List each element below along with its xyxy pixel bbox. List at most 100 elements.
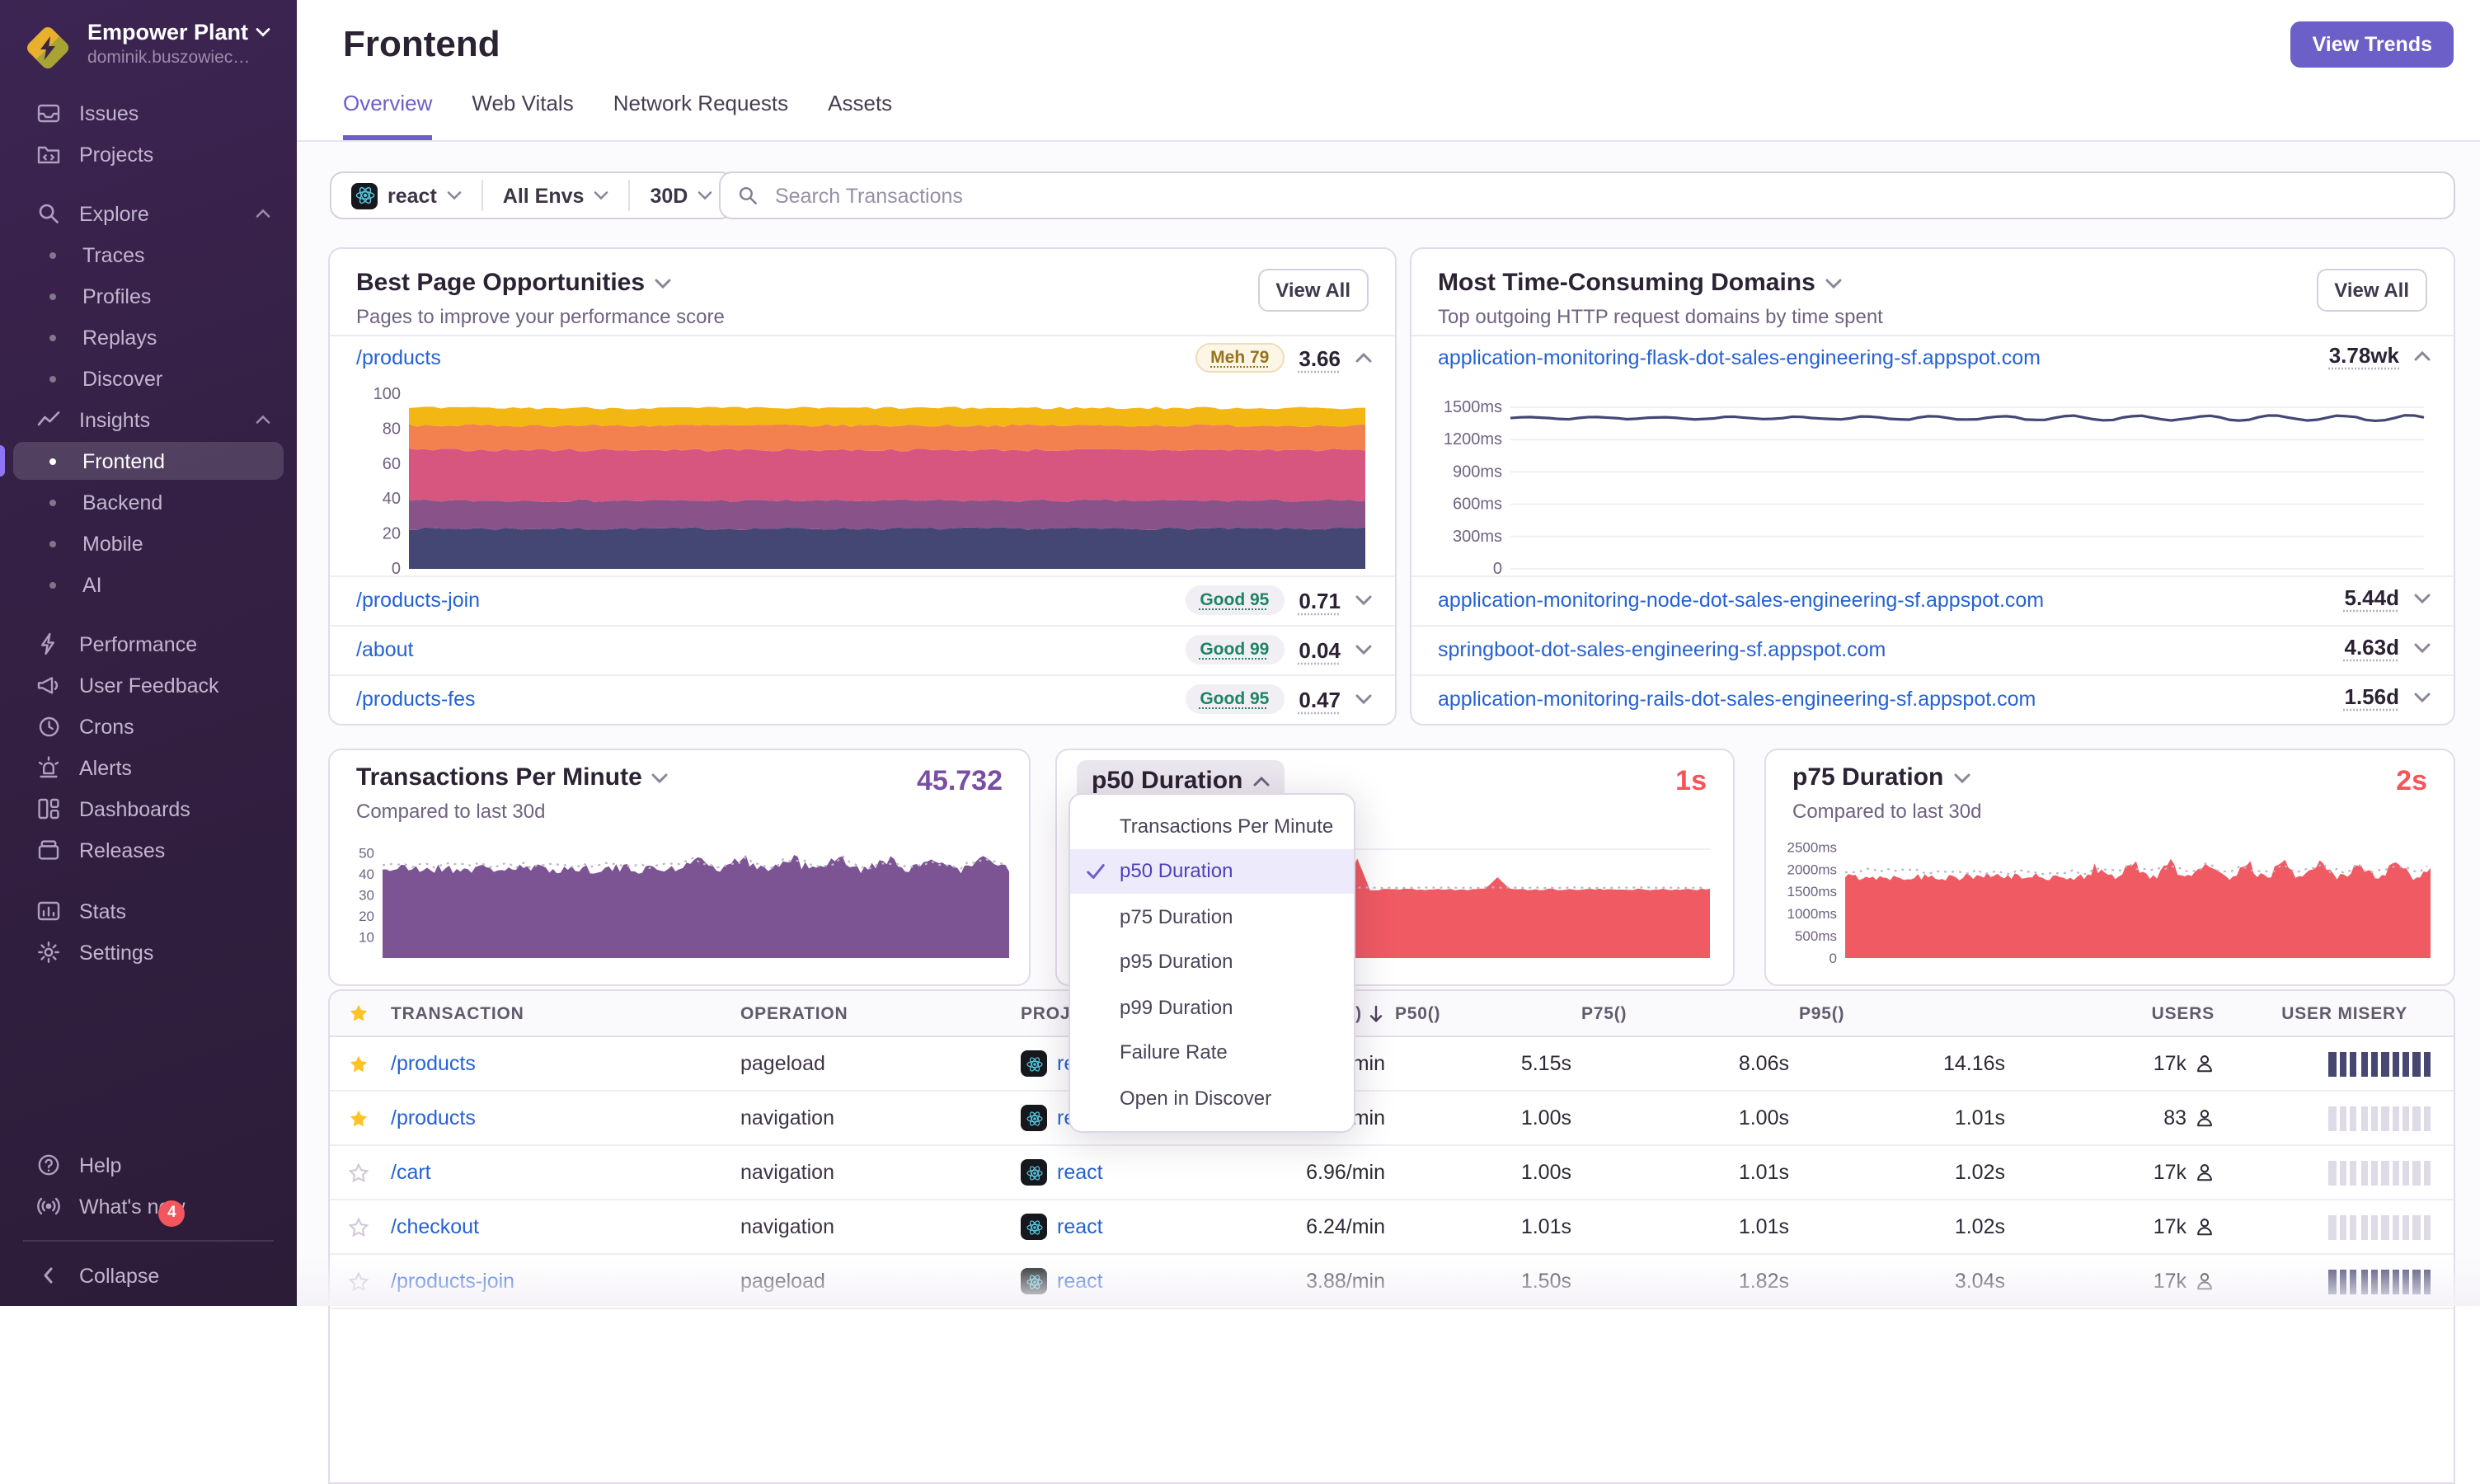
page-row[interactable]: /products-join Good 95 0.71 (330, 575, 1395, 625)
domain-link[interactable]: application-monitoring-rails-dot-sales-e… (1438, 688, 2036, 711)
star-toggle[interactable] (330, 1270, 386, 1292)
search-transactions-input[interactable] (772, 182, 2437, 209)
sidebar-item-replays[interactable]: Replays (0, 317, 297, 358)
expanded-domain-row[interactable]: application-monitoring-flask-dot-sales-e… (1411, 336, 2454, 383)
sidebar-item-insights[interactable]: Insights (0, 399, 297, 440)
domain-row[interactable]: application-monitoring-rails-dot-sales-e… (1411, 674, 2454, 724)
menu-item-open-in-discover[interactable]: Open in Discover (1070, 1075, 1354, 1120)
transaction-link[interactable]: /products (391, 1106, 476, 1129)
page-link[interactable]: /about (356, 638, 414, 661)
menu-item-p99[interactable]: p99 Duration (1070, 984, 1354, 1030)
sidebar-item-explore[interactable]: Explore (0, 193, 297, 234)
table-row[interactable]: /checkout navigation react 6.24/min 1.01… (330, 1200, 2454, 1255)
sidebar-item-traces[interactable]: Traces (0, 234, 297, 275)
page-link[interactable]: /products-fes (356, 688, 476, 711)
sidebar-item-whats-new[interactable]: What's new 4 (0, 1186, 297, 1227)
page-link[interactable]: /products (356, 346, 441, 369)
column-header-p50[interactable]: P50() (1390, 1003, 1576, 1023)
menu-item-tpm[interactable]: Transactions Per Minute (1070, 803, 1354, 848)
sidebar-item-collapse[interactable]: Collapse (0, 1255, 297, 1296)
sidebar-item-dashboards[interactable]: Dashboards (0, 788, 297, 829)
tab-assets[interactable]: Assets (828, 91, 892, 140)
menu-item-p50[interactable]: p50 Duration (1070, 848, 1354, 894)
view-all-button[interactable]: View All (2316, 269, 2427, 312)
sidebar-item-alerts[interactable]: Alerts (0, 747, 297, 788)
column-header-p75[interactable]: P75() (1576, 1003, 1794, 1023)
sidebar-item-performance[interactable]: Performance (0, 623, 297, 665)
sidebar-item-issues[interactable]: Issues (0, 92, 297, 134)
sidebar-item-stats[interactable]: Stats (0, 890, 297, 932)
project-cell[interactable]: react (1016, 1159, 1256, 1186)
sidebar-item-settings[interactable]: Settings (0, 932, 297, 973)
chevron-down-icon[interactable] (1355, 693, 1372, 706)
score-badge[interactable]: Good 95 (1185, 585, 1285, 615)
domains-title-dropdown[interactable]: Most Time-Consuming Domains (1438, 269, 1842, 297)
chevron-down-icon[interactable] (2414, 690, 2431, 703)
page-link[interactable]: /products-join (356, 589, 480, 612)
menu-item-failure-rate[interactable]: Failure Rate (1070, 1030, 1354, 1075)
project-link[interactable]: react (1057, 1215, 1103, 1238)
page-row[interactable]: /about Good 99 0.04 (330, 625, 1395, 674)
tpm-title-dropdown[interactable]: Transactions Per Minute (356, 763, 669, 791)
expanded-page-row[interactable]: /products Meh 79 3.66 (330, 336, 1395, 383)
sidebar-item-discover[interactable]: Discover (0, 358, 297, 399)
chevron-up-icon[interactable] (2414, 349, 2431, 362)
sidebar-item-help[interactable]: Help (0, 1144, 297, 1186)
domain-link[interactable]: application-monitoring-node-dot-sales-en… (1438, 589, 2044, 612)
star-column-header[interactable] (330, 1003, 386, 1024)
sidebar-item-frontend[interactable]: Frontend (0, 440, 297, 481)
sidebar-item-projects[interactable]: Projects (0, 134, 297, 175)
transaction-link[interactable]: /cart (391, 1161, 431, 1184)
column-header-p95[interactable]: P95() (1794, 1003, 2010, 1023)
star-toggle[interactable] (330, 1107, 386, 1129)
table-row[interactable]: /cart navigation react 6.96/min 1.00s 1.… (330, 1146, 2454, 1200)
star-toggle[interactable] (330, 1216, 386, 1237)
column-header-transaction[interactable]: TRANSACTION (386, 1003, 735, 1023)
best-pages-title-dropdown[interactable]: Best Page Opportunities (356, 269, 671, 297)
project-link[interactable]: react (1057, 1161, 1103, 1184)
project-link[interactable]: react (1057, 1270, 1103, 1293)
sidebar-item-crons[interactable]: Crons (0, 706, 297, 747)
tab-network-requests[interactable]: Network Requests (613, 91, 788, 140)
transaction-link[interactable]: /checkout (391, 1215, 479, 1238)
score-badge[interactable]: Meh 79 (1195, 343, 1285, 373)
project-filter[interactable]: react (331, 173, 481, 218)
sidebar-item-releases[interactable]: Releases (0, 829, 297, 871)
menu-item-p75[interactable]: p75 Duration (1070, 894, 1354, 939)
star-toggle[interactable] (330, 1053, 386, 1074)
chevron-up-icon[interactable] (1355, 351, 1372, 364)
project-cell[interactable]: react (1016, 1268, 1256, 1294)
tab-web-vitals[interactable]: Web Vitals (472, 91, 573, 140)
chevron-down-icon[interactable] (1355, 643, 1372, 656)
table-row[interactable]: /products pageload react /min 5.15s 8.06… (330, 1037, 2454, 1092)
org-switcher[interactable]: Empower Plant dominik.buszowiec… (23, 20, 270, 73)
sidebar-item-user-feedback[interactable]: User Feedback (0, 665, 297, 706)
project-cell[interactable]: react (1016, 1214, 1256, 1240)
column-header-users[interactable]: USERS (2010, 1003, 2219, 1023)
environment-filter[interactable]: All Envs (483, 173, 629, 218)
date-range-filter[interactable]: 30D (630, 173, 732, 218)
column-header-user-misery[interactable]: USER MISERY (2219, 1003, 2431, 1023)
sidebar-item-profiles[interactable]: Profiles (0, 275, 297, 317)
domain-link[interactable]: springboot-dot-sales-engineering-sf.apps… (1438, 638, 1886, 661)
transaction-link[interactable]: /products-join (391, 1270, 514, 1293)
sidebar-item-backend[interactable]: Backend (0, 481, 297, 523)
sidebar-item-mobile[interactable]: Mobile (0, 523, 297, 564)
table-row[interactable]: /products navigation react /min 1.00s 1.… (330, 1092, 2454, 1146)
menu-item-p95[interactable]: p95 Duration (1070, 939, 1354, 984)
page-row[interactable]: /products-fes Good 95 0.47 (330, 674, 1395, 724)
transaction-link[interactable]: /products (391, 1052, 476, 1075)
tab-overview[interactable]: Overview (343, 91, 433, 140)
p75-title-dropdown[interactable]: p75 Duration (1792, 763, 1970, 791)
score-badge[interactable]: Good 99 (1185, 635, 1285, 665)
score-badge[interactable]: Good 95 (1185, 684, 1285, 714)
column-header-operation[interactable]: OPERATION (735, 1003, 1016, 1023)
chevron-down-icon[interactable] (1355, 594, 1372, 607)
table-row[interactable]: /products-join pageload react 3.88/min 1… (330, 1255, 2454, 1309)
view-trends-button[interactable]: View Trends (2290, 21, 2454, 68)
domain-row[interactable]: springboot-dot-sales-engineering-sf.apps… (1411, 625, 2454, 674)
chevron-down-icon[interactable] (2414, 641, 2431, 654)
chevron-down-icon[interactable] (2414, 591, 2431, 604)
domain-link[interactable]: application-monitoring-flask-dot-sales-e… (1438, 346, 2041, 369)
sidebar-item-ai[interactable]: AI (0, 564, 297, 605)
